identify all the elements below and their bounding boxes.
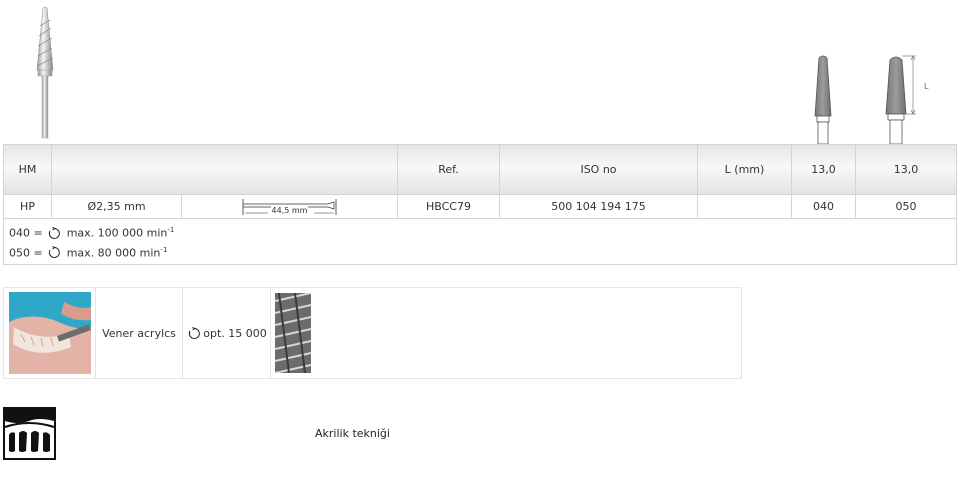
header-hm: HM <box>3 144 52 195</box>
bur-head-050-image <box>880 52 940 145</box>
application-photo <box>4 288 96 378</box>
bur-product-image <box>25 6 65 140</box>
header-size1: 13,0 <box>791 144 856 195</box>
cell-size1: 040 <box>791 194 856 219</box>
table-header-row: HM Ref. ISO no L (mm) 13,0 13,0 <box>3 144 957 195</box>
rotation-icon <box>189 326 201 339</box>
shank-length-label: 44,5 mm <box>270 206 309 215</box>
header-blank <box>51 144 398 195</box>
dimension-label: L <box>924 82 929 91</box>
speed-note-040: 040 = max. 100 000 min-1 <box>9 226 175 240</box>
application-box: Vener acrylcs opt. 15 000 <box>3 287 742 379</box>
header-length: L (mm) <box>697 144 792 195</box>
header-ref: Ref. <box>397 144 500 195</box>
rotation-icon <box>49 246 61 259</box>
application-speed: opt. 15 000 <box>183 288 271 378</box>
application-name: Vener acrylcs <box>96 288 183 378</box>
cut-pattern-image <box>271 288 741 378</box>
cell-shank-diagram: 44,5 mm <box>181 194 398 219</box>
cell-iso: 500 104 194 175 <box>499 194 698 219</box>
cell-length <box>697 194 792 219</box>
speed-notes: 040 = max. 100 000 min-1 050 = max. 80 0… <box>3 217 957 266</box>
cell-size2: 050 <box>855 194 957 219</box>
technique-label: Akrilik tekniği <box>315 427 390 440</box>
bur-head-040-image <box>808 52 838 145</box>
cell-diameter: Ø2,35 mm <box>51 194 182 219</box>
table-row: HP Ø2,35 mm 44,5 mm HBCC79 500 104 194 1… <box>3 194 957 219</box>
header-iso: ISO no <box>499 144 698 195</box>
header-size2: 13,0 <box>855 144 957 195</box>
cell-type: HP <box>3 194 52 219</box>
acrylic-technique-icon <box>3 407 56 460</box>
speed-note-050: 050 = max. 80 000 min-1 <box>9 245 168 260</box>
cell-ref: HBCC79 <box>397 194 500 219</box>
rotation-icon <box>49 226 61 239</box>
spec-table: HM Ref. ISO no L (mm) 13,0 13,0 HP Ø2,35… <box>3 144 957 266</box>
speed-notes-row: 040 = max. 100 000 min-1 050 = max. 80 0… <box>3 217 957 266</box>
